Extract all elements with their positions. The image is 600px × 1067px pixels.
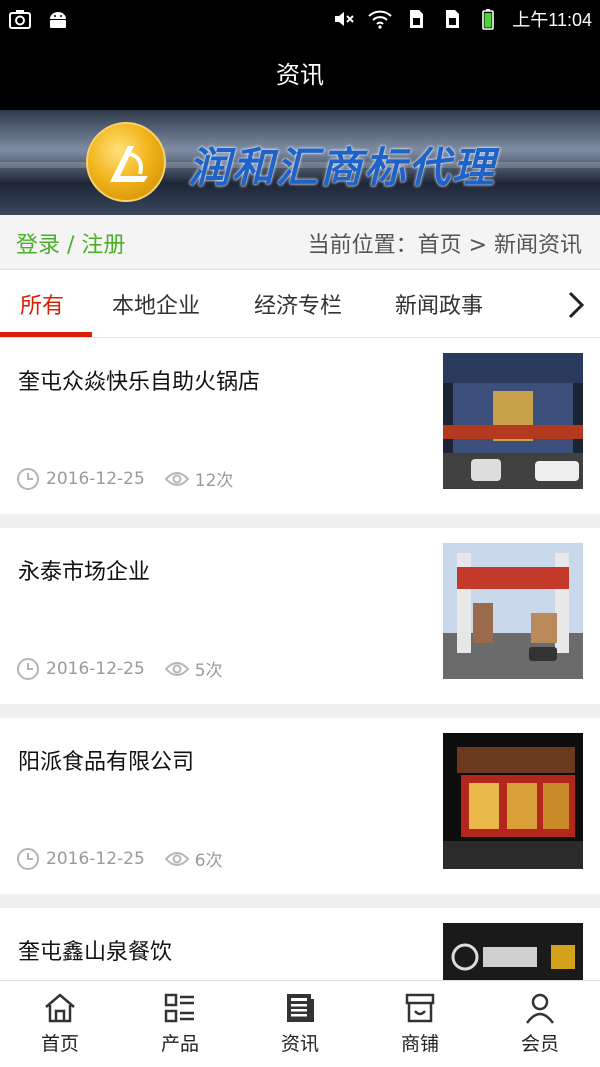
tab-local-business[interactable]: 本地企业 (112, 288, 200, 320)
news-date: 2016-12-25 (46, 468, 145, 489)
nav-home-label: 首页 (40, 1033, 79, 1055)
news-views: 12次 (194, 471, 234, 491)
sim1-icon (410, 10, 424, 28)
user-icon (525, 993, 555, 1024)
news-icon (287, 994, 314, 1022)
battery-icon (482, 9, 495, 30)
clock-icon (17, 657, 39, 680)
news-date: 2016-12-25 (46, 658, 145, 679)
nav-products-label: 产品 (160, 1033, 199, 1055)
news-title: 阳派食品有限公司 (18, 750, 195, 775)
nav-home[interactable]: 首页 (0, 981, 120, 1067)
news-item[interactable]: 永泰市场企业 2016-12-25 5次 (0, 528, 600, 704)
brand-logo (86, 122, 166, 202)
news-date: 2016-12-25 (46, 848, 145, 869)
nav-news-label: 资讯 (280, 1033, 319, 1055)
tab-news-politics[interactable]: 新闻政事 (395, 288, 483, 320)
news-meta: 2016-12-25 6次 (16, 846, 223, 871)
sim2-icon (446, 10, 460, 28)
tabs-scroll-button[interactable] (538, 270, 600, 337)
news-views: 6次 (194, 851, 223, 871)
location-bar: 登录 / 注册 当前位置：首页 > 新闻资讯 (0, 215, 600, 270)
page-title: 资讯 (0, 40, 600, 110)
breadcrumb: 当前位置：首页 > 新闻资讯 (307, 233, 582, 258)
mute-icon (335, 12, 354, 26)
news-item[interactable]: 奎屯鑫山泉餐饮 (0, 908, 600, 980)
nav-shops[interactable]: 商铺 (360, 981, 480, 1067)
banner[interactable]: 润和汇商标代理 (0, 110, 600, 215)
clock: 上午11:04 (512, 10, 592, 30)
news-item[interactable]: 阳派食品有限公司 2016-12-25 6次 (0, 718, 600, 894)
status-bar: 上午11:04 (0, 0, 600, 40)
nav-shops-label: 商铺 (400, 1033, 439, 1055)
tab-all[interactable]: 所有 (20, 288, 64, 320)
eye-icon (164, 851, 189, 866)
news-meta: 2016-12-25 12次 (16, 466, 233, 491)
news-thumbnail (443, 923, 583, 980)
news-meta: 2016-12-25 5次 (16, 656, 223, 681)
shop-icon (405, 993, 435, 1023)
bottom-nav: 首页 产品 资讯 商铺 会员 (0, 980, 600, 1067)
news-thumbnail (443, 733, 583, 869)
android-icon (50, 12, 66, 28)
nav-member[interactable]: 会员 (480, 981, 600, 1067)
news-thumbnail (443, 543, 583, 679)
tab-economy[interactable]: 经济专栏 (254, 288, 342, 320)
news-title: 奎屯鑫山泉餐饮 (18, 940, 173, 965)
category-tabs: 所有 本地企业 经济专栏 新闻政事 (0, 270, 600, 338)
clock-icon (17, 847, 39, 870)
news-title: 奎屯众焱快乐自助火锅店 (18, 370, 261, 395)
nav-member-label: 会员 (520, 1033, 559, 1055)
news-thumbnail (443, 353, 583, 489)
nav-products[interactable]: 产品 (120, 981, 240, 1067)
screenshot-icon (9, 10, 31, 29)
home-icon (45, 993, 75, 1023)
news-list: 奎屯众焱快乐自助火锅店 2016-12-25 12次 永泰市场企业 2016-1… (0, 338, 600, 980)
eye-icon (164, 661, 189, 676)
wifi-icon (368, 10, 392, 29)
eye-icon (164, 471, 189, 486)
news-item[interactable]: 奎屯众焱快乐自助火锅店 2016-12-25 12次 (0, 338, 600, 514)
banner-text: 润和汇商标代理 (188, 143, 497, 192)
login-register-link[interactable]: 登录 / 注册 (16, 227, 125, 259)
news-title: 永泰市场企业 (18, 560, 151, 585)
chevron-right-icon (568, 291, 585, 319)
list-icon (164, 993, 194, 1023)
active-tab-indicator (0, 332, 92, 337)
news-views: 5次 (194, 661, 223, 681)
nav-news[interactable]: 资讯 (240, 981, 360, 1067)
clock-icon (17, 467, 39, 490)
